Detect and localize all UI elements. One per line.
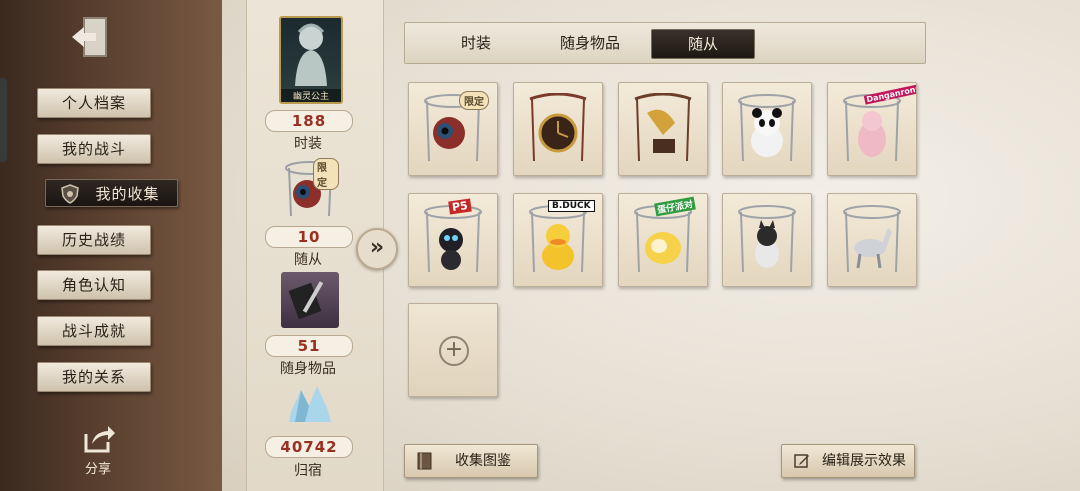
edit-icon: [794, 454, 809, 468]
share-label: 分享: [84, 462, 111, 477]
edit-display-label: 编辑展示效果: [822, 453, 906, 469]
plus-icon: +: [439, 336, 469, 366]
stat-value-accessory: 51: [265, 335, 353, 357]
horse-companion-icon: [843, 205, 901, 273]
add-companion-card[interactable]: +: [408, 303, 498, 397]
sidebar-edge-handle[interactable]: [0, 78, 7, 162]
double-chevron-right-icon: »: [369, 235, 385, 260]
companion-card-eyeball[interactable]: 限定: [408, 82, 498, 176]
accessory-preview[interactable]: [281, 272, 339, 328]
home-preview[interactable]: [281, 382, 339, 432]
sidebar-item-battles[interactable]: 我的战斗: [37, 134, 151, 164]
stat-value-companion: 10: [265, 226, 353, 248]
bduck-logo: B.DUCK: [548, 200, 595, 212]
expand-arrow-button[interactable]: »: [356, 228, 398, 270]
tab-companion[interactable]: 随从: [651, 29, 755, 59]
companion-card-gramophone[interactable]: [618, 82, 708, 176]
clock-companion-icon: [529, 93, 587, 162]
cat-companion-icon: [738, 205, 796, 273]
sidebar-item-character[interactable]: 角色认知: [37, 270, 151, 300]
sidebar-item-history[interactable]: 历史战绩: [37, 225, 151, 255]
book-icon: [417, 452, 432, 470]
companion-card-persona[interactable]: P5: [408, 193, 498, 287]
companion-card-duck[interactable]: B.DUCK: [513, 193, 603, 287]
exit-icon[interactable]: [70, 14, 116, 60]
stat-label-accessory: 随身物品: [280, 361, 336, 377]
crystal-home-icon: [289, 386, 331, 422]
yellow-duck-companion-icon: [529, 205, 587, 273]
sidebar-item-label: 我的收集: [95, 185, 160, 203]
tab-costume[interactable]: 时装: [441, 29, 511, 57]
category-tabs: 时装 随身物品 随从: [404, 22, 926, 64]
sidebar-item-profile[interactable]: 个人档案: [37, 88, 151, 118]
ghost-princess-figure: [295, 23, 327, 86]
gramophone-companion-icon: [634, 93, 692, 162]
limited-badge: 限定: [313, 158, 339, 190]
costume-portrait[interactable]: 幽灵公主: [279, 16, 343, 104]
panda-companion-icon: [738, 94, 796, 162]
share-icon: [84, 426, 115, 453]
sidebar: 个人档案 我的战斗 我的收集 历史战绩 角色认知 战斗成就 我的关系 分享: [0, 0, 225, 491]
companion-preview[interactable]: 限定: [281, 156, 339, 222]
gallery-label: 收集图鉴: [455, 453, 511, 469]
companion-card-horse[interactable]: [827, 193, 917, 287]
companion-card-panda[interactable]: [722, 82, 812, 176]
companion-card-cat[interactable]: [722, 193, 812, 287]
tab-accessory[interactable]: 随身物品: [545, 29, 635, 57]
companion-card-danganronpa[interactable]: Danganronpa: [827, 82, 917, 176]
sidebar-item-relations[interactable]: 我的关系: [37, 362, 151, 392]
companion-card-eggy-party[interactable]: 蛋仔派对: [618, 193, 708, 287]
limited-badge: 限定: [459, 91, 489, 110]
stat-value-home: 40742: [265, 436, 353, 458]
morgana-companion-icon: [424, 205, 482, 273]
share-button[interactable]: 分享: [78, 424, 118, 477]
shield-icon: [61, 184, 79, 204]
stat-label-costume: 时装: [294, 136, 322, 152]
companion-card-clock[interactable]: [513, 82, 603, 176]
edit-display-button[interactable]: 编辑展示效果: [781, 444, 915, 478]
portrait-caption: 幽灵公主: [281, 89, 341, 102]
sidebar-item-collection[interactable]: 我的收集: [45, 179, 178, 207]
stat-value-costume: 188: [265, 110, 353, 132]
collection-gallery-button[interactable]: 收集图鉴: [404, 444, 538, 478]
accessory-icon: [288, 281, 324, 320]
stat-label-home: 归宿: [294, 463, 322, 479]
pink-bear-companion-icon: [843, 94, 901, 162]
sidebar-item-achievements[interactable]: 战斗成就: [37, 316, 151, 346]
stat-label-companion: 随从: [294, 252, 322, 268]
